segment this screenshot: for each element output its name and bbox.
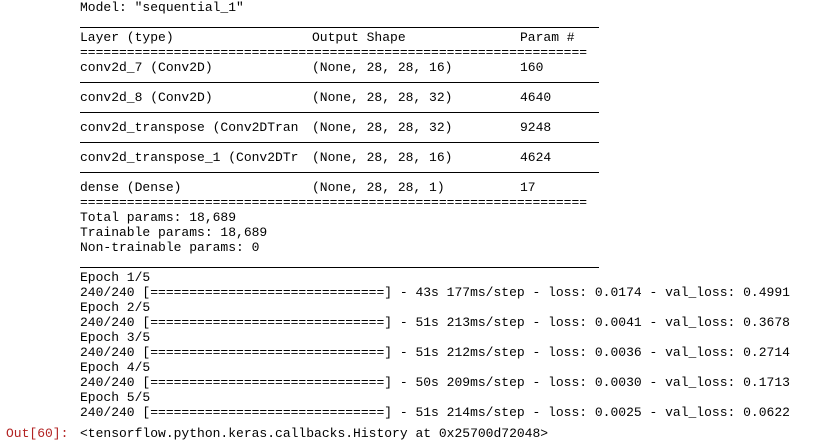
epoch-label: Epoch 3/5 bbox=[80, 330, 151, 345]
stdout-stream: Model: "sequential_1" Layer (type) Outpu… bbox=[80, 0, 820, 420]
epoch-progress: 240/240 [==============================]… bbox=[80, 315, 790, 330]
bottom-rule bbox=[80, 255, 820, 270]
layer-shape: (None, 28, 28, 32) bbox=[312, 90, 453, 105]
layer-name: conv2d_7 (Conv2D) bbox=[80, 60, 213, 75]
layer-params: 4640 bbox=[520, 90, 552, 105]
layer-row: conv2d_8 (Conv2D) (None, 28, 28, 32) 464… bbox=[80, 90, 820, 105]
layer-shape: (None, 28, 28, 32) bbox=[312, 120, 453, 135]
top-rule bbox=[80, 15, 820, 30]
layer-separator bbox=[80, 135, 820, 150]
layer-name: conv2d_8 (Conv2D) bbox=[80, 90, 213, 105]
output-result[interactable]: <tensorflow.python.keras.callbacks.Histo… bbox=[80, 426, 548, 441]
epoch-label: Epoch 4/5 bbox=[80, 360, 151, 375]
header-param-count: Param # bbox=[520, 30, 575, 45]
epoch-label: Epoch 2/5 bbox=[80, 300, 151, 315]
trainable-params: Trainable params: 18,689 bbox=[80, 225, 268, 240]
output-prompt: Out[60]: bbox=[6, 426, 69, 441]
model-summary-table: Layer (type) Output Shape Param # ======… bbox=[80, 30, 820, 210]
layer-shape: (None, 28, 28, 1) bbox=[312, 180, 445, 195]
layer-row: conv2d_transpose (Conv2DTran (None, 28, … bbox=[80, 120, 820, 135]
layer-separator bbox=[80, 165, 820, 180]
layer-params: 160 bbox=[520, 60, 544, 75]
layer-shape: (None, 28, 28, 16) bbox=[312, 150, 453, 165]
non-trainable-params: Non-trainable params: 0 bbox=[80, 240, 260, 255]
epoch-label: Epoch 5/5 bbox=[80, 390, 151, 405]
layer-row: conv2d_7 (Conv2D) (None, 28, 28, 16) 160 bbox=[80, 60, 820, 75]
epoch-progress: 240/240 [==============================]… bbox=[80, 405, 790, 420]
model-name-line: Model: "sequential_1" bbox=[80, 0, 244, 15]
layer-params: 17 bbox=[520, 180, 536, 195]
header-double-rule: ========================================… bbox=[80, 45, 588, 60]
total-params: Total params: 18,689 bbox=[80, 210, 237, 225]
epoch-progress: 240/240 [==============================]… bbox=[80, 285, 790, 300]
summary-header-row: Layer (type) Output Shape Param # bbox=[80, 30, 820, 45]
footer-double-rule: ========================================… bbox=[80, 195, 588, 210]
layer-params: 9248 bbox=[520, 120, 552, 135]
layer-params: 4624 bbox=[520, 150, 552, 165]
layer-name: conv2d_transpose_1 (Conv2DTr bbox=[80, 150, 299, 165]
layer-row: conv2d_transpose_1 (Conv2DTr (None, 28, … bbox=[80, 150, 820, 165]
epoch-progress: 240/240 [==============================]… bbox=[80, 375, 790, 390]
epoch-label: Epoch 1/5 bbox=[80, 270, 151, 285]
layer-name: dense (Dense) bbox=[80, 180, 182, 195]
layer-name: conv2d_transpose (Conv2DTran bbox=[80, 120, 299, 135]
notebook-output-cell: Model: "sequential_1" Layer (type) Outpu… bbox=[0, 0, 825, 447]
layer-separator bbox=[80, 105, 820, 120]
layer-row: dense (Dense) (None, 28, 28, 1) 17 bbox=[80, 180, 820, 195]
epoch-progress: 240/240 [==============================]… bbox=[80, 345, 790, 360]
header-layer: Layer (type) bbox=[80, 30, 174, 45]
header-output-shape: Output Shape bbox=[312, 30, 406, 45]
layer-shape: (None, 28, 28, 16) bbox=[312, 60, 453, 75]
layer-separator bbox=[80, 75, 820, 90]
